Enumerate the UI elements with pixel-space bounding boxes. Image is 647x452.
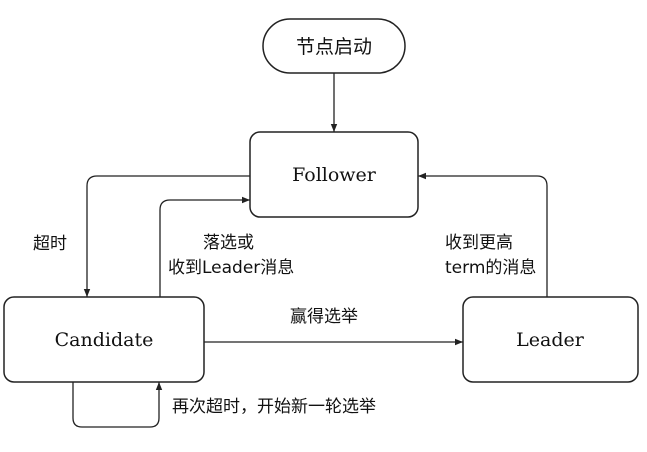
label-lose-line2: 收到Leader消息 [168,258,294,278]
node-leader: Leader [462,296,639,383]
diagram-canvas: 节点启动 Follower Candidate Leader 超时 落选或 收到… [3,18,639,428]
label-timeout: 超时 [33,234,67,254]
node-leader-label: Leader [516,329,585,351]
node-start-label: 节点启动 [296,36,372,58]
label-lose-line1: 落选或 [203,233,254,253]
state-diagram: 节点启动 Follower Candidate Leader 超时 落选或 收到… [0,0,647,452]
node-follower: Follower [249,131,419,218]
node-candidate: Candidate [3,296,205,383]
node-start: 节点启动 [262,18,406,74]
label-higher-term-line1: 收到更高 [445,233,513,253]
label-higher-term-line2: term的消息 [445,258,536,278]
label-retimeout: 再次超时，开始新一轮选举 [172,397,376,417]
label-win: 赢得选举 [290,307,358,327]
node-candidate-label: Candidate [55,329,154,351]
edge-candidate-self-loop [72,382,163,428]
node-follower-label: Follower [292,164,377,186]
